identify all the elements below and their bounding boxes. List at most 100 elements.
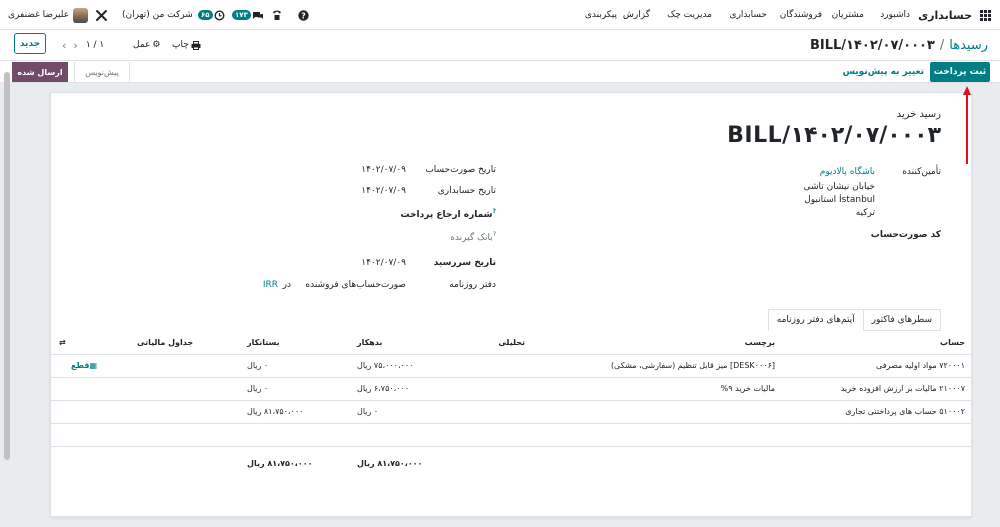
journal-value[interactable]: صورت‌حساب‌های فروشنده [305,280,406,290]
vendor-address-line-2: استانبول İstanbul [804,195,875,205]
cell-analytic [451,354,531,378]
column-tax-grids[interactable]: جداول مالیاتی [131,331,241,355]
printer-icon [191,40,201,50]
register-payment-button[interactable]: ثبت پرداخت [930,62,990,82]
cell-credit: ۰ ریال [241,354,351,378]
calendar-icon: ▦ [89,361,98,370]
document-title: BILL/۱۴۰۲/۰۷/۰۰۰۳ [727,123,941,148]
cell-actions [51,377,131,401]
column-label[interactable]: برچسب [531,331,781,355]
currency-value[interactable]: IRR [263,280,278,290]
invoice-date-value[interactable]: ۱۴۰۲/۰۷/۰۹ [361,165,406,175]
scrollbar-thumb[interactable] [4,72,10,460]
cell-label [531,400,781,424]
activity-menu[interactable]: ۶۵ [198,0,225,30]
action-label: عمل [133,40,151,50]
debug-tools-icon[interactable] [95,0,108,30]
cell-label: مالیات خرید ۹% [531,377,781,401]
total-credit: ۸۱،۷۵۰،۰۰۰ ریال [247,458,313,468]
new-button[interactable]: جدید [14,33,46,54]
menu-vendors[interactable]: فروشندگان [780,0,822,30]
vendor-link[interactable]: باشگاه پالادیوم [820,167,875,177]
cell-tax-grids [131,400,241,424]
column-account[interactable]: حساب [781,331,971,355]
menu-customers[interactable]: مشتریان [832,0,864,30]
pager-value[interactable]: ۱ / ۱ [86,40,104,50]
phone-icon[interactable] [272,0,282,30]
annotation-arrow-icon [963,86,971,164]
currency-in-label: در [282,280,291,290]
svg-text:?: ? [301,11,306,20]
tab-invoice-lines[interactable]: سطرهای فاکتور [862,309,941,331]
table-row[interactable]: ۲۱۰۰۰۷ مالیات بر ارزش افزوده خرید مالیات… [51,377,971,401]
payment-reference-help-icon[interactable]: ? [493,208,496,215]
document-type: رسید خرید [896,109,941,120]
tab-journal-items[interactable]: آیتم‌های دفتر روزنامه [767,309,864,331]
print-menu-button[interactable]: چاپ [172,38,201,52]
breadcrumb-parent-link[interactable]: رسیدها [949,38,988,53]
column-credit[interactable]: بستانکار [241,331,351,355]
table-empty-row [51,423,971,447]
gear-icon: ⚙ [152,40,161,50]
user-menu[interactable]: علیرضا غضنفری [8,0,89,30]
notebook-tabs: سطرهای فاکتور آیتم‌های دفتر روزنامه [767,309,941,331]
action-menu-button[interactable]: عمل ⚙ [133,38,160,52]
column-settings-icon[interactable]: ⇄ [51,331,131,355]
reset-to-draft-button[interactable]: تغییر به پیش‌نویس [843,62,924,82]
company-switcher[interactable]: شرکت من (تهران) [122,0,193,30]
stage-posted: ارسال شده [12,62,68,82]
cell-debit: ۷۵،۰۰۰،۰۰۰ ریال [351,354,451,378]
menu-dashboard[interactable]: داشبورد [880,0,910,30]
payment-reference-label: شماره ارجاع پرداخت? [400,208,496,220]
status-bar: ثبت پرداخت تغییر به پیش‌نویس ارسال شده پ… [0,60,1000,83]
table-header-row: حساب برچسب تحلیلی بدهکار بستانکار جداول … [51,331,971,355]
menu-check-management[interactable]: مدیریت چک [667,0,712,30]
cell-debit: ۶،۷۵۰،۰۰۰ ریال [351,377,451,401]
chat-icon [252,11,263,19]
accounting-date-value[interactable]: ۱۴۰۲/۰۷/۰۹ [361,186,406,196]
scrollbar[interactable] [4,60,10,520]
cell-tax-grids [131,377,241,401]
recipient-bank-help-icon[interactable]: ? [493,231,496,238]
breadcrumb: BILL/۱۴۰۲/۰۷/۰۰۰۳ / رسیدها [810,33,988,57]
user-name: علیرضا غضنفری [8,10,70,20]
app-title[interactable]: حسابداری [918,0,972,30]
due-date-value[interactable]: ۱۴۰۲/۰۷/۰۹ [361,258,406,268]
cell-analytic [451,377,531,401]
vendor-address-line-3: ترکیه [855,208,875,218]
vendor-address-line-1: خیابان نیشان تاشی [803,182,876,192]
apps-menu-icon[interactable] [978,0,992,30]
vendor-label: تأمین‌کننده [902,167,941,177]
column-debit[interactable]: بدهکار [351,331,451,355]
invoice-date-label: تاریخ صورت‌حساب [425,165,496,175]
cell-account: ۵۱۰۰۰۲ حساب های پرداختنی تجاری [781,400,971,424]
due-date-label: تاریخ سررسید [433,258,496,268]
journal-label: دفتر روزنامه [449,280,496,290]
menu-accounting[interactable]: حسابداری [730,0,767,30]
menu-reporting[interactable]: گزارش [623,0,650,30]
pager: ‹ › ۱ / ۱ [62,38,104,52]
cell-debit: ۰ ریال [351,400,451,424]
print-label: چاپ [172,40,189,50]
breadcrumb-separator: / [939,37,945,53]
clock-icon [214,9,225,21]
accounting-date-label: تاریخ حسابداری [437,186,496,196]
cell-cut-off[interactable]: ▦قطع [51,354,131,378]
form-sheet: رسید خرید BILL/۱۴۰۲/۰۷/۰۰۰۳ تأمین‌کننده … [50,92,972,517]
table-total-row: ۸۱،۷۵۰،۰۰۰ ریال ۸۱،۷۵۰،۰۰۰ ریال [51,446,971,480]
avatar [73,7,89,23]
menu-configuration[interactable]: پیکربندی [585,0,617,30]
total-debit: ۸۱،۷۵۰،۰۰۰ ریال [357,458,423,468]
pager-prev-icon[interactable]: ‹ [62,39,66,52]
help-icon[interactable]: ? [298,0,309,30]
column-analytic[interactable]: تحلیلی [451,331,531,355]
stage-draft: پیش‌نویس [74,62,130,82]
activity-count-badge: ۶۵ [198,10,213,20]
table-row[interactable]: ۵۱۰۰۰۲ حساب های پرداختنی تجاری ۰ ریال ۸۱… [51,400,971,424]
top-navbar: حسابداری داشبورد مشتریان فروشندگان حسابد… [0,0,1000,30]
recipient-bank-label: بانک گیرنده? [450,231,496,243]
pager-next-icon[interactable]: › [73,39,77,52]
table-row[interactable]: ۷۲۰۰۰۱ مواد اولیه مصرفی [DESK۰۰۰۶] میز ق… [51,354,971,378]
cell-credit: ۰ ریال [241,377,351,401]
messages-menu[interactable]: ۱۷۳ [232,0,264,30]
